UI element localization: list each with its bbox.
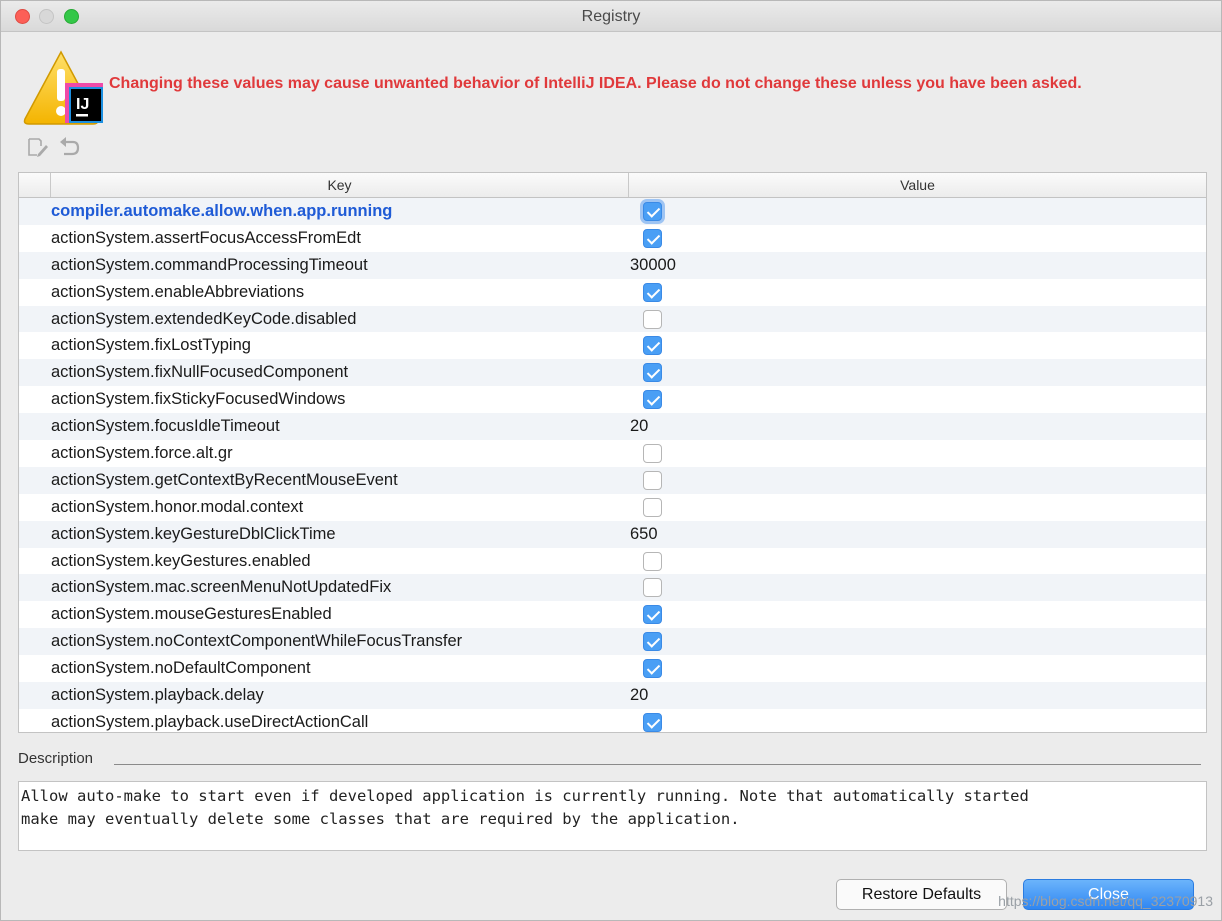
value-checkbox[interactable] xyxy=(643,659,662,679)
table-header: Key Value xyxy=(19,173,1206,198)
row-key: actionSystem.fixNullFocusedComponent xyxy=(51,363,349,382)
value-checkbox[interactable] xyxy=(643,282,662,302)
table-row[interactable]: actionSystem.force.alt.gr xyxy=(19,440,1206,467)
row-key: actionSystem.commandProcessingTimeout xyxy=(51,255,368,274)
table-row[interactable]: actionSystem.focusIdleTimeout 20 xyxy=(19,413,1206,441)
table-row[interactable]: actionSystem.getContextByRecentMouseEven… xyxy=(19,466,1206,494)
description-label: Description xyxy=(18,750,94,767)
row-key: actionSystem.assertFocusAccessFromEdt xyxy=(51,228,361,247)
value-text[interactable]: 20 xyxy=(630,413,648,440)
row-key: actionSystem.mac.screenMenuNotUpdatedFix xyxy=(51,578,392,597)
value-checkbox[interactable] xyxy=(643,336,662,356)
value-checkbox[interactable] xyxy=(643,202,662,221)
value-checkbox[interactable] xyxy=(643,363,662,383)
warning-message: Changing these values may cause unwanted… xyxy=(109,75,1082,92)
title-bar[interactable]: Registry xyxy=(1,1,1221,32)
table-row[interactable]: actionSystem.fixStickyFocusedWindows xyxy=(19,386,1206,414)
description-divider xyxy=(114,764,1201,765)
table-row[interactable]: actionSystem.playback.useDirectActionCal… xyxy=(19,708,1206,732)
watermark-text: https://blog.csdn.net/qq_32370913 xyxy=(998,893,1213,909)
row-key: actionSystem.noDefaultComponent xyxy=(51,659,311,678)
intellij-warning-icon: IJ xyxy=(21,49,107,131)
value-checkbox[interactable] xyxy=(643,632,662,652)
row-key: actionSystem.getContextByRecentMouseEven… xyxy=(51,470,398,489)
row-key: actionSystem.focusIdleTimeout xyxy=(51,417,280,436)
value-text[interactable]: 650 xyxy=(630,521,658,548)
row-key: actionSystem.extendedKeyCode.disabled xyxy=(51,309,357,328)
value-checkbox[interactable] xyxy=(643,444,662,464)
value-checkbox[interactable] xyxy=(643,578,662,598)
value-checkbox[interactable] xyxy=(643,551,662,571)
table-row[interactable]: actionSystem.noDefaultComponent xyxy=(19,655,1206,683)
registry-table: Key Value compiler.automake.allow.when.a… xyxy=(18,172,1207,733)
registry-dialog: Registry IJ Changing these values may ca… xyxy=(0,0,1222,921)
value-checkbox[interactable] xyxy=(643,228,662,248)
column-header-key[interactable]: Key xyxy=(51,173,629,197)
table-row[interactable]: actionSystem.extendedKeyCode.disabled xyxy=(19,305,1206,333)
row-key: actionSystem.fixStickyFocusedWindows xyxy=(51,390,346,409)
table-row[interactable]: actionSystem.commandProcessingTimeout 300… xyxy=(19,251,1206,279)
table-row[interactable]: actionSystem.fixLostTyping xyxy=(19,332,1206,360)
value-checkbox[interactable] xyxy=(643,390,662,410)
value-checkbox[interactable] xyxy=(643,470,662,490)
row-key: actionSystem.enableAbbreviations xyxy=(51,282,305,301)
row-key: actionSystem.playback.useDirectActionCal… xyxy=(51,712,369,731)
table-row[interactable]: actionSystem.enableAbbreviations xyxy=(19,278,1206,306)
table-row[interactable]: actionSystem.mac.screenMenuNotUpdatedFix xyxy=(19,574,1206,602)
header-gutter xyxy=(19,173,51,197)
table-row[interactable]: actionSystem.fixNullFocusedComponent xyxy=(19,359,1206,387)
row-key: compiler.automake.allow.when.app.running xyxy=(51,202,393,220)
row-key: actionSystem.force.alt.gr xyxy=(51,444,233,463)
svg-text:IJ: IJ xyxy=(76,96,89,113)
row-key: actionSystem.mouseGesturesEnabled xyxy=(51,605,332,624)
table-row[interactable]: actionSystem.noContextComponentWhileFocu… xyxy=(19,628,1206,656)
table-row[interactable]: actionSystem.playback.delay 20 xyxy=(19,682,1206,709)
table-row[interactable]: actionSystem.mouseGesturesEnabled xyxy=(19,601,1206,629)
value-checkbox[interactable] xyxy=(643,712,662,732)
row-key: actionSystem.noContextComponentWhileFocu… xyxy=(51,632,463,651)
value-checkbox[interactable] xyxy=(643,497,662,517)
description-text: Allow auto-make to start even if develop… xyxy=(18,781,1207,851)
edit-icon[interactable] xyxy=(27,137,49,157)
table-row[interactable]: actionSystem.assertFocusAccessFromEdt xyxy=(19,224,1206,252)
undo-icon[interactable] xyxy=(58,137,80,157)
table-row[interactable]: actionSystem.keyGestures.enabled xyxy=(19,547,1206,575)
value-checkbox[interactable] xyxy=(643,605,662,625)
restore-defaults-button[interactable]: Restore Defaults xyxy=(836,879,1007,910)
table-body: compiler.automake.allow.when.app.running… xyxy=(19,198,1206,732)
table-row[interactable]: actionSystem.keyGestureDblClickTime 650 xyxy=(19,520,1206,548)
table-row[interactable]: actionSystem.honor.modal.context xyxy=(19,493,1206,521)
table-row[interactable]: compiler.automake.allow.when.app.running xyxy=(19,198,1206,225)
row-key: actionSystem.honor.modal.context xyxy=(51,497,304,516)
row-key: actionSystem.keyGestures.enabled xyxy=(51,551,311,570)
column-header-value[interactable]: Value xyxy=(629,173,1206,197)
row-key: actionSystem.playback.delay xyxy=(51,686,264,705)
window-title: Registry xyxy=(581,8,641,25)
row-key: actionSystem.fixLostTyping xyxy=(51,336,251,355)
value-text[interactable]: 30000 xyxy=(630,252,676,279)
value-checkbox[interactable] xyxy=(643,309,662,329)
value-text[interactable]: 20 xyxy=(630,682,648,709)
row-key: actionSystem.keyGestureDblClickTime xyxy=(51,524,336,543)
